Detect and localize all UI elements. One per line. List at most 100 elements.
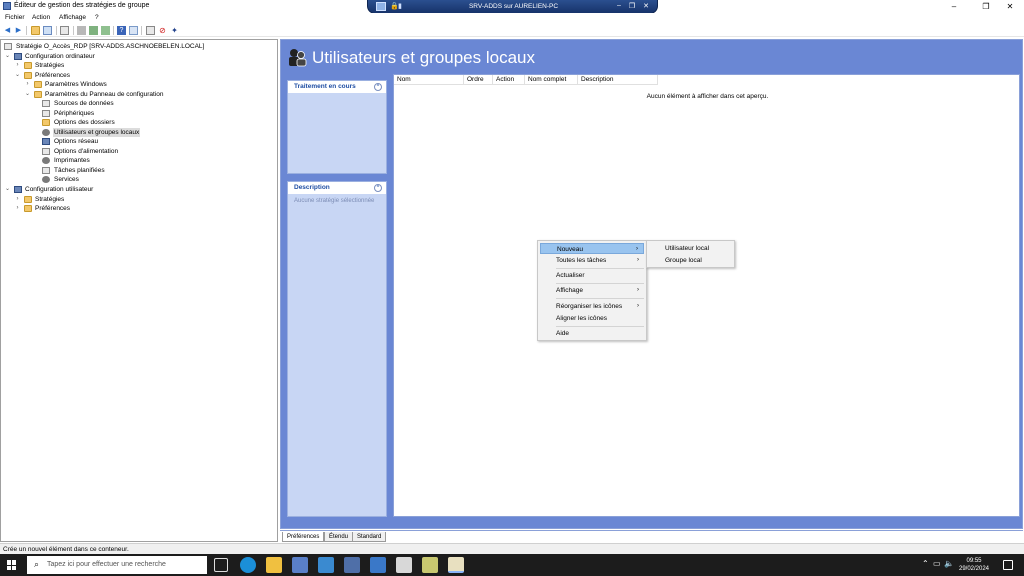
tree-item-printers[interactable]: Imprimantes [42, 156, 242, 165]
menu-action[interactable]: Action [32, 14, 50, 21]
tree-item-user-policies[interactable]: › Stratégies [14, 195, 214, 204]
tree-item-network-options[interactable]: Options réseau [42, 137, 242, 146]
notepad-icon[interactable] [396, 557, 412, 573]
user-config-icon [14, 186, 22, 193]
folder-icon [24, 196, 32, 203]
processing-panel: Traitement en cours ⌃ [287, 80, 387, 174]
folder-icon [34, 81, 42, 88]
menu-item-all-tasks[interactable]: Toutes les tâches › [540, 255, 644, 266]
menu-item-help[interactable]: Aide [540, 328, 644, 339]
tree-item-user-preferences[interactable]: › Préférences [14, 204, 214, 213]
menu-item-new[interactable]: Nouveau › [540, 243, 644, 254]
properties-icon[interactable] [60, 26, 69, 35]
taskbar: ⌕ Tapez ici pour effectuer une recherche… [0, 554, 1024, 576]
add-icon[interactable]: ✦ [170, 26, 179, 35]
gpo-editor-app-icon [3, 2, 11, 10]
minimize-button[interactable]: – [940, 0, 968, 13]
menu-help[interactable]: ? [95, 14, 99, 21]
context-menu: Nouveau › Toutes les tâches › Actualiser… [537, 240, 647, 341]
tree-item-windows-settings[interactable]: › Paramètres Windows [24, 80, 224, 89]
collapse-icon[interactable]: ⌄ [4, 185, 11, 194]
column-header-description[interactable]: Description [578, 75, 658, 85]
menu-fichier[interactable]: Fichier [5, 14, 25, 21]
rdp-restore-button[interactable]: ❐ [626, 2, 638, 10]
tree-item-folder-options[interactable]: Options des dossiers [42, 118, 242, 127]
column-header-order[interactable]: Ordre [464, 75, 493, 85]
description-panel: Description ⌃ Aucune stratégie sélection… [287, 181, 387, 517]
folder-icon [24, 205, 32, 212]
volume-tray-icon[interactable]: 🔈 [944, 559, 954, 568]
collapse-up-icon[interactable]: ⌃ [374, 83, 382, 91]
tree-item-control-panel-settings[interactable]: ⌄ Paramètres du Panneau de configuration [24, 90, 264, 99]
tree-item-devices[interactable]: Périphériques [42, 109, 242, 118]
back-arrow-icon[interactable]: ◀ [3, 26, 12, 35]
menu-item-refresh[interactable]: Actualiser [540, 270, 644, 281]
tree-item-user-config[interactable]: ⌄ Configuration utilisateur [4, 185, 264, 194]
items-list[interactable]: Nom Ordre Action Nom complet Description… [393, 74, 1020, 517]
task-view-icon[interactable] [214, 558, 228, 572]
show-hidden-icons-icon[interactable]: ⌃ [922, 559, 929, 568]
menu-item-local-group[interactable]: Groupe local [649, 255, 734, 266]
collapse-up-icon[interactable]: ⌃ [374, 184, 382, 192]
edge-icon[interactable] [240, 557, 256, 573]
gpo-icon [4, 43, 12, 50]
tools-icon[interactable] [344, 557, 360, 573]
tree-item-local-users-groups[interactable]: Utilisateurs et groupes locaux [42, 128, 242, 137]
tree-item-services[interactable]: Services [42, 175, 242, 184]
delete-icon[interactable]: ⊘ [158, 26, 167, 35]
rdp-close-button[interactable]: ✕ [640, 2, 652, 10]
menu-item-view[interactable]: Affichage › [540, 285, 644, 296]
column-header-action[interactable]: Action [493, 75, 525, 85]
tree-item-power-options[interactable]: Options d'alimentation [42, 147, 242, 156]
export-list-icon[interactable] [101, 26, 110, 35]
tree-item-data-sources[interactable]: Sources de données [42, 99, 242, 108]
show-hide-tree-icon[interactable] [43, 26, 52, 35]
computer-icon [14, 53, 22, 60]
new-item-icon[interactable] [146, 26, 155, 35]
tree-root[interactable]: Stratégie O_Accès_RDP [SRV-ADDS.ASCHNOEB… [4, 42, 274, 51]
menu-affichage[interactable]: Affichage [59, 14, 86, 21]
gpo-editor-taskbar-icon[interactable] [448, 557, 464, 573]
ad-users-icon[interactable] [370, 557, 386, 573]
tree-item-preferences[interactable]: ⌄ Préférences [14, 71, 214, 80]
file-explorer-icon[interactable] [266, 557, 282, 573]
expand-icon[interactable]: › [14, 195, 21, 204]
collapse-icon[interactable]: ⌄ [24, 90, 31, 99]
menu-item-local-user[interactable]: Utilisateur local [649, 243, 734, 254]
start-button[interactable] [7, 560, 17, 570]
remote-desktop-icon[interactable] [318, 557, 334, 573]
tab-preferences[interactable]: Préférences [282, 532, 325, 542]
details-pane: Utilisateurs et groupes locaux Traitemen… [280, 39, 1023, 529]
forward-arrow-icon[interactable]: ▶ [14, 26, 23, 35]
up-folder-icon[interactable] [31, 26, 40, 35]
network-tray-icon[interactable]: ▭ [933, 559, 941, 568]
print-icon[interactable] [77, 26, 86, 35]
tab-standard[interactable]: Standard [352, 532, 387, 542]
menu-item-arrange-icons[interactable]: Réorganiser les icônes › [540, 301, 644, 312]
tree-item-policies[interactable]: › Stratégies [14, 61, 214, 70]
description-text: Aucune stratégie sélectionnée [294, 198, 375, 204]
gpo-management-icon[interactable] [422, 557, 438, 573]
taskbar-search[interactable]: ⌕ Tapez ici pour effectuer une recherche [27, 556, 207, 574]
column-header-name[interactable]: Nom [394, 75, 464, 85]
services-icon [42, 176, 50, 183]
tab-extended[interactable]: Étendu [324, 532, 354, 542]
column-header-full-name[interactable]: Nom complet [525, 75, 578, 85]
close-button[interactable]: ✕ [996, 0, 1024, 13]
menu-item-line-up-icons[interactable]: Aligner les icônes [540, 313, 644, 324]
rdp-minimize-button[interactable]: – [613, 2, 625, 9]
expand-icon[interactable]: › [14, 61, 21, 70]
expand-icon[interactable]: › [24, 80, 31, 89]
clock[interactable]: 09:55 29/02/2024 [954, 557, 994, 573]
expand-icon[interactable]: › [14, 204, 21, 213]
refresh-icon[interactable] [89, 26, 98, 35]
menu-item-label: Aide [556, 330, 570, 337]
help-icon[interactable]: ? [117, 26, 126, 35]
tree-item-computer-config[interactable]: ⌄ Configuration ordinateur [4, 52, 264, 61]
server-manager-icon[interactable] [292, 557, 308, 573]
notifications-icon[interactable] [1003, 560, 1013, 570]
collapse-icon[interactable]: ⌄ [4, 52, 11, 61]
tree-item-scheduled-tasks[interactable]: Tâches planifiées [42, 166, 242, 175]
view-icon[interactable] [129, 26, 138, 35]
collapse-icon[interactable]: ⌄ [14, 71, 21, 80]
